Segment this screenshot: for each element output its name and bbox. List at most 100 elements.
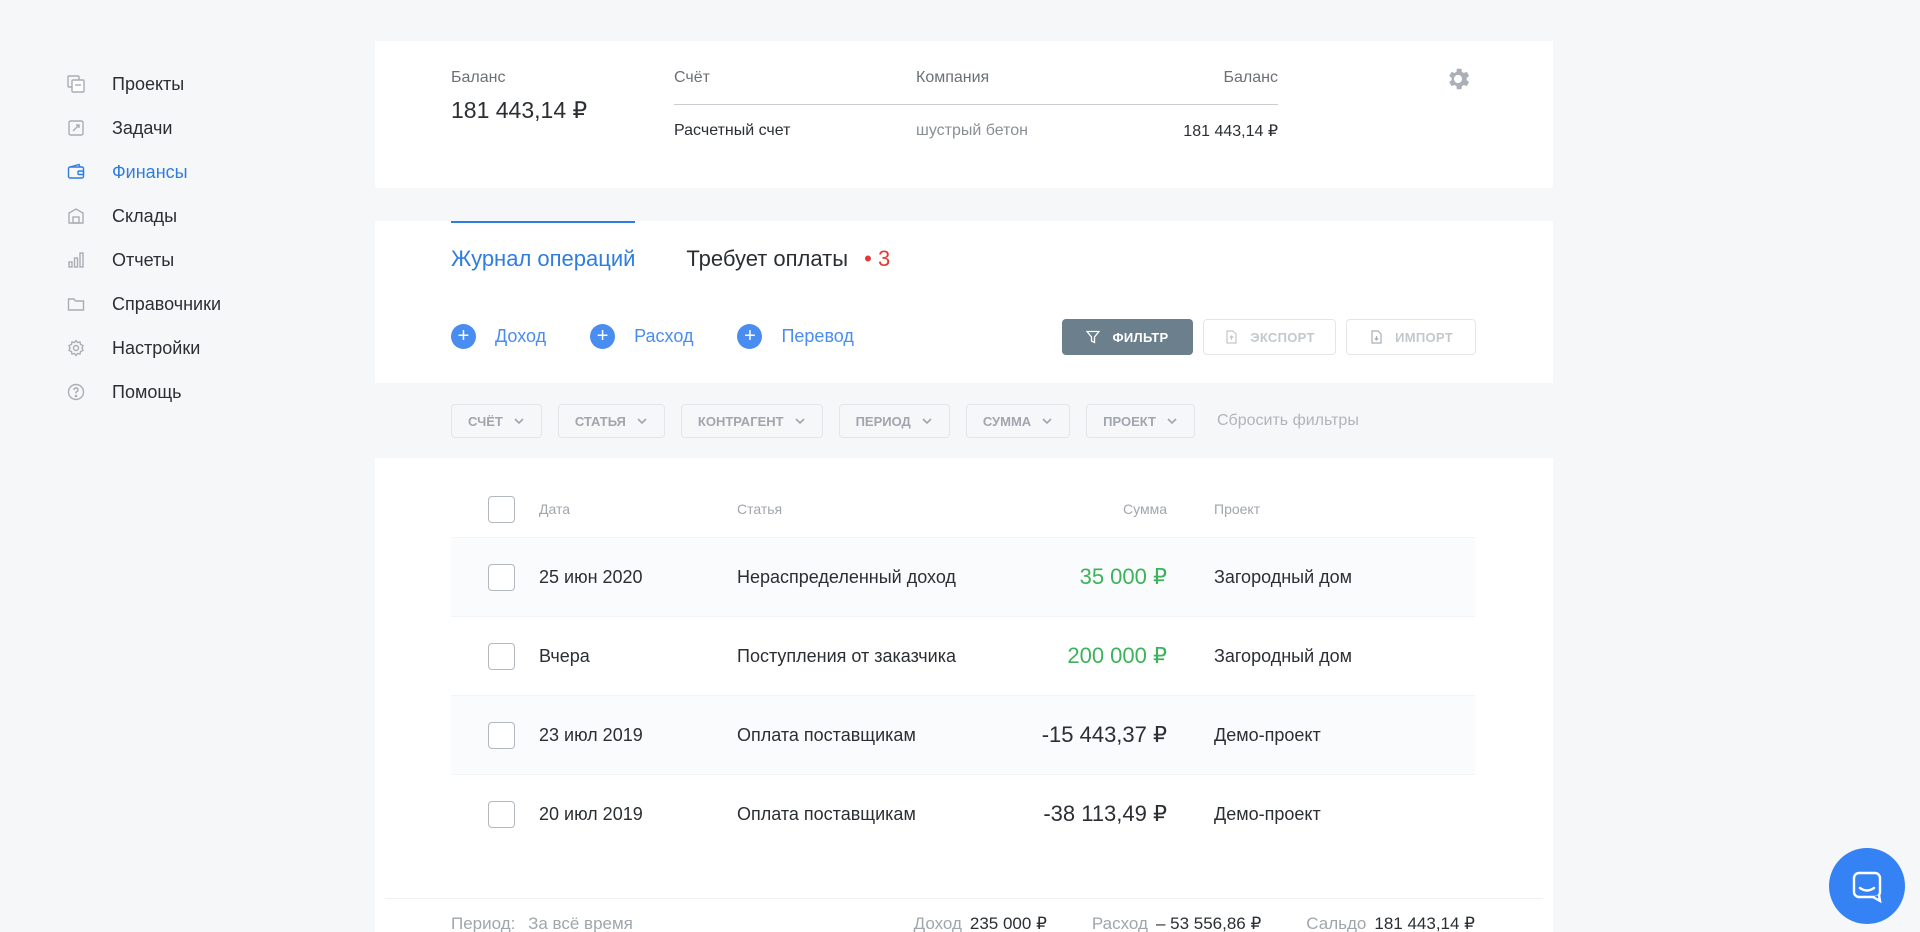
row-checkbox[interactable] [488, 800, 515, 828]
plus-icon: + [737, 324, 763, 349]
tabs: Журнал операций Требует оплаты • 3 [451, 221, 941, 301]
account-name: Расчетный счет [674, 122, 791, 139]
add-expense-button[interactable]: + Расход [590, 324, 693, 349]
summary-saldo-value: 181 443,14 ₽ [1374, 914, 1475, 932]
sidebar-item-warehouses[interactable]: Склады [66, 194, 306, 238]
row-project: Загородный дом [1214, 645, 1353, 666]
sidebar-item-tasks[interactable]: Задачи [66, 106, 306, 150]
divider [385, 898, 1543, 899]
row-article: Нераспределенный доход [737, 566, 956, 587]
settings-gear-icon[interactable] [1444, 65, 1472, 93]
filter-chip-sum[interactable]: СУММА [965, 404, 1071, 438]
accounts-table: Счёт Компания Баланс Расчетный счет шуст… [674, 69, 1278, 157]
table-row[interactable]: Вчера Поступления от заказчика 200 000 ₽… [451, 616, 1475, 695]
operations-table-header: Дата Статья Сумма Проект [451, 481, 1475, 537]
sidebar-item-label: Финансы [112, 161, 188, 182]
filter-chip-label: СЧЁТ [468, 413, 503, 429]
plus-icon: + [590, 324, 616, 349]
sidebar-item-projects[interactable]: Проекты [66, 62, 306, 106]
filter-chip-article[interactable]: СТАТЬЯ [557, 404, 665, 438]
chat-icon [1852, 871, 1882, 904]
column-header-balance: Баланс [1223, 69, 1278, 86]
import-file-icon [1371, 330, 1382, 344]
row-date: 20 июл 2019 [539, 803, 643, 824]
import-button[interactable]: ИМПОРТ [1346, 319, 1476, 355]
column-header-article: Статья [737, 501, 783, 517]
chevron-down-icon [1167, 418, 1177, 425]
summary-income: Доход 235 000 ₽ [914, 914, 1047, 932]
select-all-checkbox[interactable] [488, 495, 515, 523]
filter-chip-period[interactable]: ПЕРИОД [838, 404, 950, 438]
table-row[interactable]: 25 июн 2020 Нераспределенный доход 35 00… [451, 537, 1475, 616]
column-header-company: Компания [916, 69, 990, 86]
tab-requires-payment[interactable]: Требует оплаты • 3 [686, 221, 890, 301]
sidebar-item-references[interactable]: Справочники [66, 282, 306, 326]
filter-chip-counterparty[interactable]: КОНТРАГЕНТ [680, 404, 823, 438]
add-actions: + Доход + Расход + Перевод [451, 324, 898, 349]
tasks-icon [66, 118, 86, 138]
sidebar-item-label: Задачи [112, 117, 173, 138]
export-file-icon [1226, 330, 1237, 344]
operations-table: Дата Статья Сумма Проект 25 июн 2020 Нер… [451, 481, 1475, 853]
warehouse-icon [66, 206, 86, 226]
row-checkbox[interactable] [488, 721, 515, 749]
chevron-down-icon [514, 418, 524, 425]
row-article: Поступления от заказчика [737, 645, 956, 666]
summary-expense-label: Расход [1091, 914, 1148, 932]
accounts-table-header: Счёт Компания Баланс [674, 69, 1278, 105]
summary-expense: Расход – 53 556,86 ₽ [1092, 914, 1261, 932]
summary-saldo: Сальдо 181 443,14 ₽ [1306, 914, 1475, 932]
add-transfer-label: Перевод [781, 326, 854, 346]
row-project: Загородный дом [1214, 566, 1353, 587]
sidebar-item-label: Проекты [112, 73, 185, 94]
summary-period: Период: За всё время [451, 914, 869, 932]
filter-chip-label: ПРОЕКТ [1103, 413, 1156, 429]
help-icon [66, 382, 86, 402]
export-button[interactable]: ЭКСПОРТ [1203, 319, 1336, 355]
filter-chip-account[interactable]: СЧЁТ [451, 404, 542, 438]
sidebar-item-label: Склады [112, 205, 178, 226]
add-income-button[interactable]: + Доход [451, 324, 546, 349]
chat-widget-button[interactable] [1829, 848, 1905, 924]
row-sum: 35 000 ₽ [1079, 564, 1167, 589]
pending-count-badge: 3 [878, 246, 891, 271]
wallet-icon [66, 162, 86, 182]
operations-card: Журнал операций Требует оплаты • 3 + Дох… [375, 221, 1553, 932]
total-balance: Баланс 181 443,14 ₽ [451, 69, 587, 124]
sidebar-item-reports[interactable]: Отчеты [66, 238, 306, 282]
column-header-date: Дата [539, 501, 571, 517]
chevron-down-icon [922, 418, 932, 425]
summary-period-label: Период: [451, 914, 516, 932]
sidebar-item-finance[interactable]: Финансы [66, 150, 306, 194]
plus-icon: + [451, 324, 476, 349]
filters-bar: СЧЁТ СТАТЬЯ КОНТРАГЕНТ ПЕРИОД СУММА ПРОЕ… [375, 383, 1553, 458]
add-income-label: Доход [495, 326, 547, 346]
tab-journal[interactable]: Журнал операций [451, 221, 636, 301]
total-balance-label: Баланс [451, 69, 506, 86]
row-checkbox[interactable] [488, 563, 515, 591]
chevron-down-icon [1042, 418, 1052, 425]
filter-chip-project[interactable]: ПРОЕКТ [1086, 404, 1195, 438]
sidebar-item-help[interactable]: Помощь [66, 370, 306, 414]
filter-button-label: ФИЛЬТР [1112, 329, 1169, 345]
row-project: Демо-проект [1214, 724, 1321, 745]
row-project: Демо-проект [1214, 803, 1321, 824]
total-balance-value: 181 443,14 ₽ [451, 97, 588, 123]
filter-button[interactable]: ФИЛЬТР [1062, 319, 1193, 355]
table-row[interactable]: 20 июл 2019 Оплата поставщикам -38 113,4… [451, 774, 1475, 853]
chevron-down-icon [637, 418, 647, 425]
summary-expense-value: – 53 556,86 ₽ [1155, 914, 1262, 932]
sidebar-item-label: Помощь [112, 381, 182, 402]
reset-filters-link[interactable]: Сбросить фильтры [1217, 412, 1359, 430]
export-button-label: ЭКСПОРТ [1250, 329, 1315, 345]
row-checkbox[interactable] [488, 642, 515, 670]
filter-chip-label: СУММА [982, 413, 1032, 429]
summary-period-value[interactable]: За всё время [528, 914, 633, 932]
row-date: Вчера [539, 645, 590, 666]
add-expense-label: Расход [634, 326, 694, 346]
account-row[interactable]: Расчетный счет шустрый бетон 181 443,14 … [674, 105, 1278, 157]
sidebar-item-settings[interactable]: Настройки [66, 326, 306, 370]
table-row[interactable]: 23 июл 2019 Оплата поставщикам -15 443,3… [451, 695, 1475, 774]
add-transfer-button[interactable]: + Перевод [737, 324, 854, 349]
summary-totals: Доход 235 000 ₽ Расход – 53 556,86 ₽ Сальд… [869, 914, 1475, 932]
